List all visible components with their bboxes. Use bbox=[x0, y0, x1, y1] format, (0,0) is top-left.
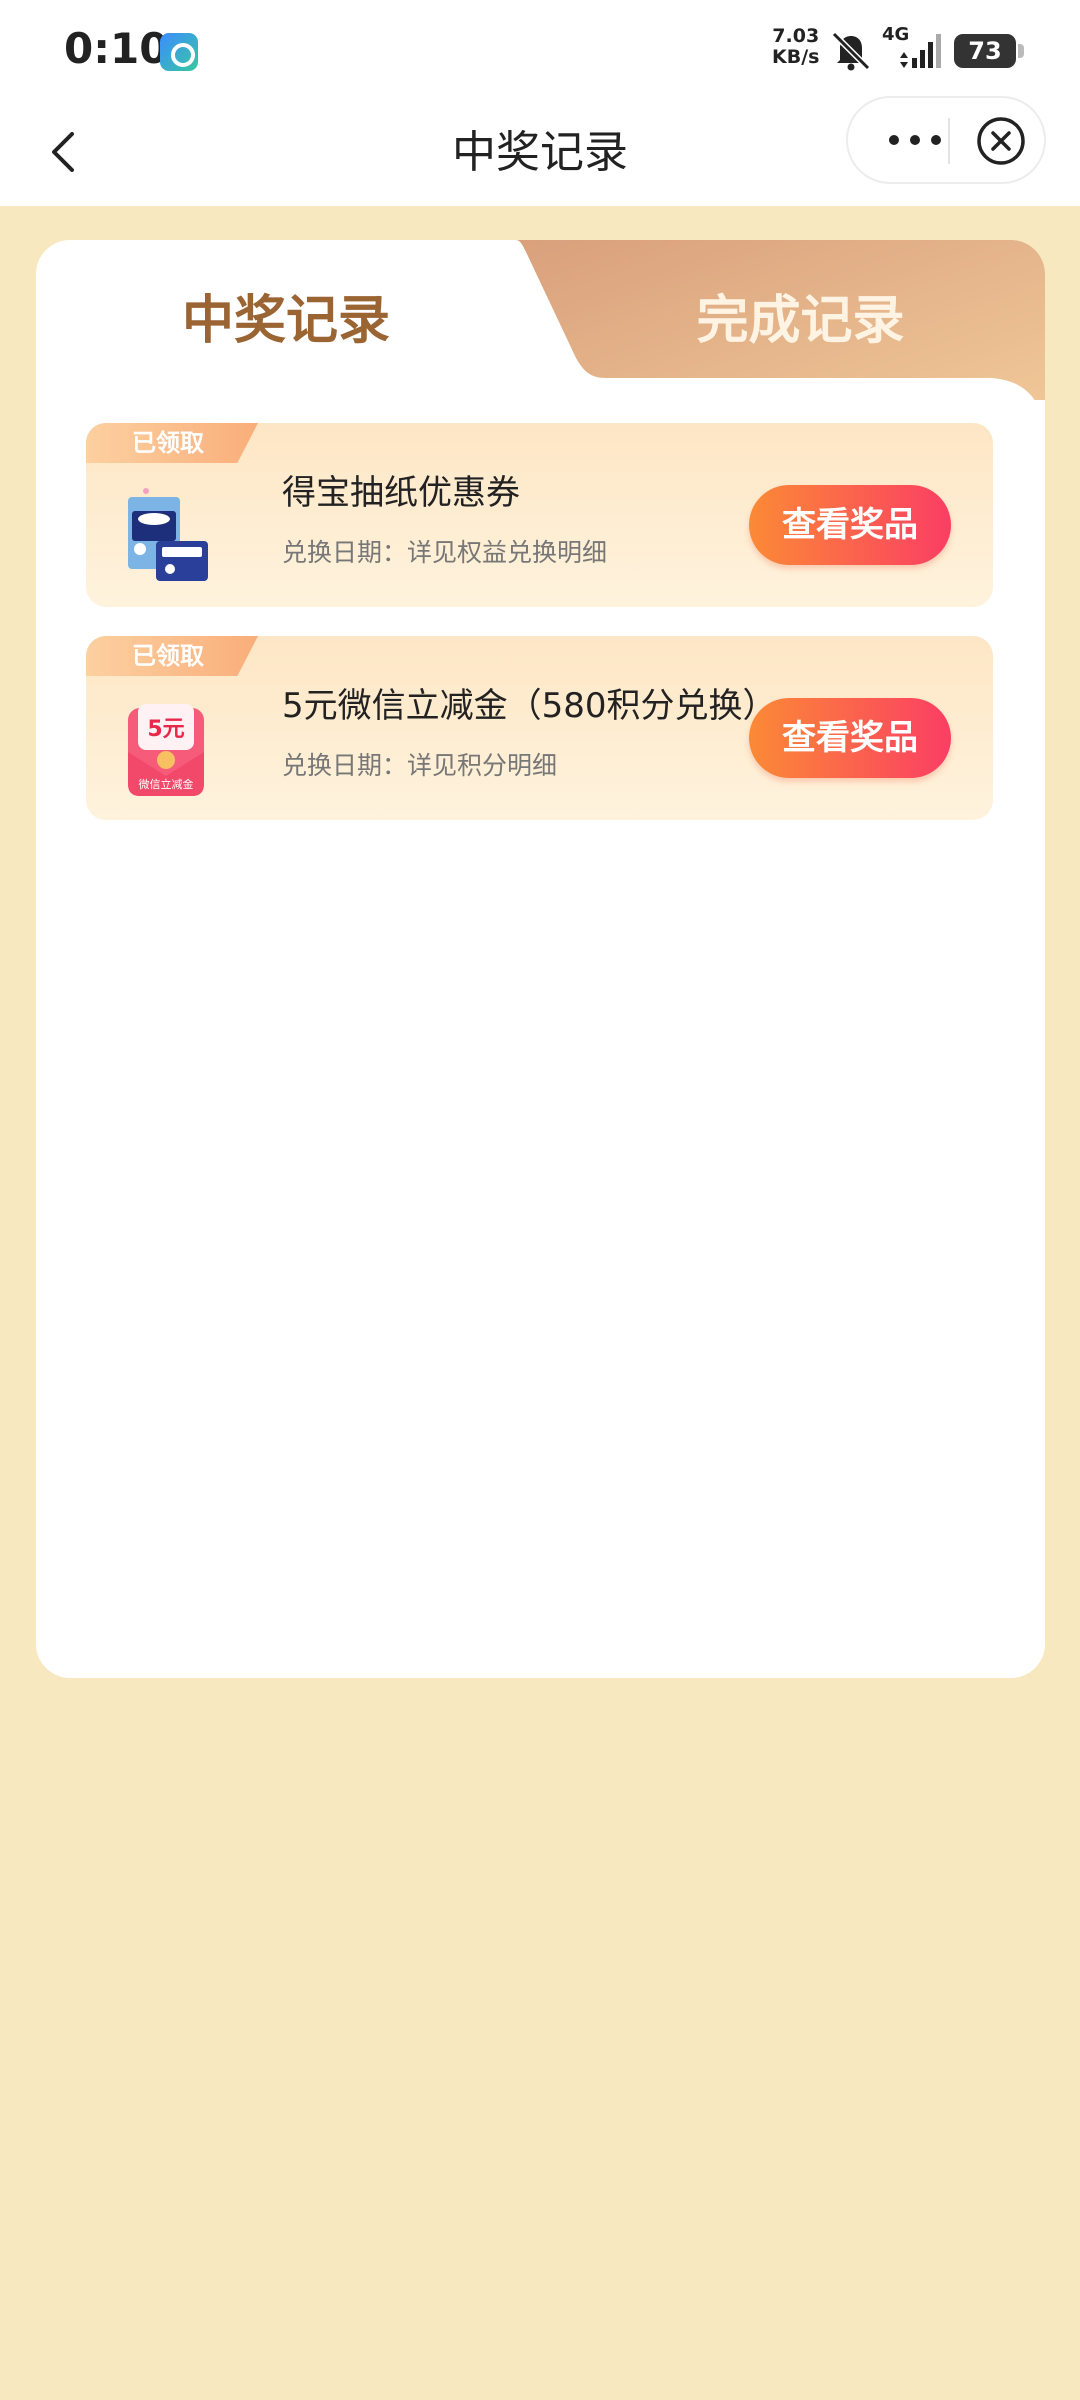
red-envelope-value: 5元 bbox=[147, 717, 184, 742]
view-prize-button[interactable]: 查看奖品 bbox=[749, 698, 951, 778]
record-title: 得宝抽纸优惠券 bbox=[282, 473, 520, 513]
network-speed: 7.03 KB/s bbox=[772, 26, 819, 68]
red-envelope-caption: 微信立减金 bbox=[139, 777, 194, 791]
tab-completed-records[interactable]: 完成记录 bbox=[556, 278, 1045, 353]
record-item: 已领取 得宝抽纸优惠券 兑换日期：详见权益兑换明细 查看奖品 bbox=[86, 423, 993, 607]
network-speed-unit: KB/s bbox=[772, 46, 820, 68]
red-envelope-icon: 5元 微信立减金 bbox=[128, 704, 204, 796]
app-notification-icon bbox=[160, 33, 198, 71]
records-card: 中奖记录 完成记录 已领取 得宝抽纸优惠券 兑换日期：详见权益兑换明细 查看奖品… bbox=[36, 240, 1045, 1678]
battery-indicator: 73 bbox=[954, 34, 1024, 68]
mini-program-capsule bbox=[846, 96, 1046, 184]
capsule-divider bbox=[948, 118, 950, 164]
close-icon[interactable] bbox=[974, 114, 1028, 168]
tab-winning-records[interactable]: 中奖记录 bbox=[36, 278, 536, 353]
record-item: 已领取 5元 微信立减金 5元微信立减金（580积分兑换） 兑换日期：详见积分明… bbox=[86, 636, 993, 820]
claimed-badge: 已领取 bbox=[86, 423, 258, 463]
tissue-pack-icon bbox=[128, 488, 208, 581]
record-date: 兑换日期：详见积分明细 bbox=[282, 751, 558, 780]
more-options-icon[interactable] bbox=[870, 118, 960, 162]
record-title: 5元微信立减金（580积分兑换） bbox=[282, 686, 777, 726]
status-bar: 0:10 7.03 KB/s 4G 73 bbox=[0, 0, 1080, 100]
network-speed-value: 7.03 bbox=[772, 25, 820, 47]
claimed-badge: 已领取 bbox=[86, 636, 258, 676]
record-date: 兑换日期：详见权益兑换明细 bbox=[282, 538, 608, 567]
view-prize-button[interactable]: 查看奖品 bbox=[749, 485, 951, 565]
mute-bell-icon bbox=[831, 31, 871, 71]
status-time: 0:10 bbox=[64, 24, 169, 73]
signal-icon bbox=[900, 34, 941, 68]
